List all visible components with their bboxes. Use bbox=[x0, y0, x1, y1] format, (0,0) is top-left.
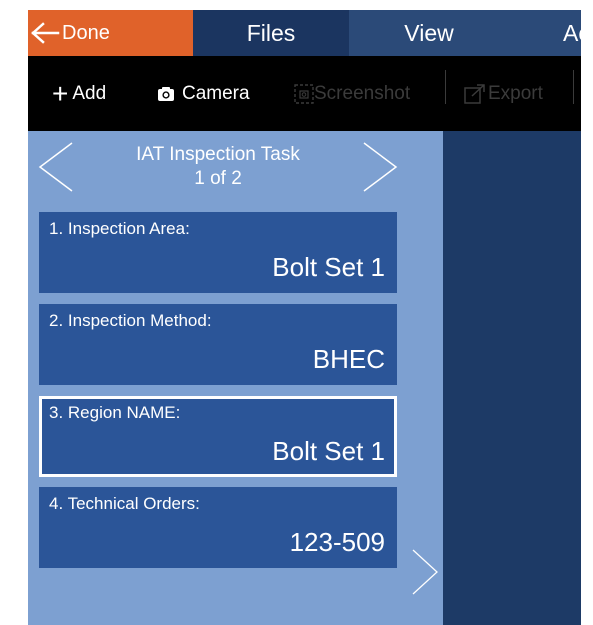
add-label: Add bbox=[72, 82, 107, 104]
screenshot-button[interactable]: Screenshot bbox=[294, 56, 410, 131]
task-title: IAT Inspection Task bbox=[136, 144, 300, 165]
export-button[interactable]: Export bbox=[464, 56, 543, 131]
camera-label: Camera bbox=[182, 82, 250, 104]
inspection-app: Done Files View Ac + Add Camera Scre bbox=[28, 10, 581, 625]
chevron-right-icon[interactable] bbox=[358, 139, 402, 195]
field-label: 4. Technical Orders: bbox=[49, 494, 200, 513]
tab-actions[interactable]: Ac bbox=[509, 10, 581, 56]
done-label: Done bbox=[62, 21, 110, 44]
camera-button[interactable]: Camera bbox=[158, 56, 250, 131]
toolbar-divider bbox=[445, 70, 446, 104]
field-label: 1. Inspection Area: bbox=[49, 219, 190, 238]
add-button[interactable]: + Add bbox=[52, 56, 106, 131]
field-value: 123-509 bbox=[289, 527, 385, 557]
field-region-name[interactable]: 3. Region NAME: Bolt Set 1 bbox=[39, 396, 397, 477]
field-value: Bolt Set 1 bbox=[272, 252, 385, 282]
camera-icon bbox=[158, 86, 174, 101]
tab-view[interactable]: View bbox=[349, 10, 509, 56]
screenshot-label: Screenshot bbox=[314, 82, 411, 104]
field-technical-orders[interactable]: 4. Technical Orders: 123-509 bbox=[39, 487, 397, 568]
field-label: 3. Region NAME: bbox=[49, 403, 181, 422]
export-label: Export bbox=[488, 82, 543, 104]
field-label: 2. Inspection Method: bbox=[49, 311, 212, 330]
inspection-panel: IAT Inspection Task 1 of 2 1. Inspection… bbox=[28, 131, 443, 625]
chevron-left-icon[interactable] bbox=[34, 139, 78, 195]
field-value: Bolt Set 1 bbox=[272, 436, 385, 466]
field-value: BHEC bbox=[312, 344, 385, 374]
field-inspection-area[interactable]: 1. Inspection Area: Bolt Set 1 bbox=[39, 212, 397, 293]
tab-files[interactable]: Files bbox=[193, 10, 349, 56]
toolbar-divider bbox=[573, 70, 574, 104]
main-content-area bbox=[443, 131, 581, 625]
screenshot-icon bbox=[294, 83, 314, 104]
task-header: IAT Inspection Task 1 of 2 bbox=[78, 143, 358, 191]
next-field-chevron-icon[interactable] bbox=[411, 548, 439, 596]
toolbar: + Add Camera Screenshot Export bbox=[28, 56, 581, 131]
plus-icon: + bbox=[52, 77, 69, 109]
export-icon bbox=[464, 83, 485, 104]
tab-bar: Done Files View Ac bbox=[28, 10, 581, 56]
done-button[interactable]: Done bbox=[28, 10, 193, 56]
task-counter: 1 of 2 bbox=[194, 168, 242, 189]
field-inspection-method[interactable]: 2. Inspection Method: BHEC bbox=[39, 304, 397, 385]
back-arrow-icon bbox=[31, 22, 60, 44]
